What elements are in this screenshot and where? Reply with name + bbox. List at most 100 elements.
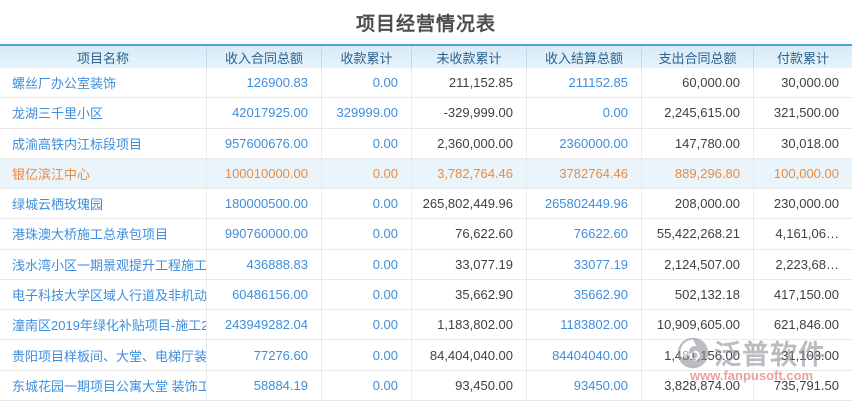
project-name-link[interactable]: 贵阳项目样板间、大堂、电梯厅装 [12, 346, 207, 365]
value-cell: 93450.00 [527, 371, 642, 400]
table-row[interactable]: 龙湖三千里小区 42017925.00329999.00-329,999.000.… [0, 98, 852, 128]
project-operation-report-page: 项目经营情况表 项目名称收入合同总额收款累计未收款累计收入结算总额支出合同总额付… [0, 0, 852, 401]
project-name-cell: 东城花园一期项目公寓大堂 装饰工 [0, 371, 207, 400]
value-cell: 100,000.00 [754, 159, 852, 188]
value-cell: 621,846.00 [754, 310, 852, 339]
value-cell: 211152.85 [527, 68, 642, 97]
value-cell: 31,103.00 [754, 340, 852, 369]
project-name-link[interactable]: 电子科技大学区域人行道及非机动 [12, 285, 207, 304]
table-row[interactable]: 东城花园一期项目公寓大堂 装饰工58884.190.0093,450.00934… [0, 371, 852, 401]
value-cell: 990760000.00 [207, 219, 322, 248]
project-name-cell: 浅水湾小区一期景观提升工程施工 [0, 250, 207, 279]
value-cell: 0.00 [527, 98, 642, 127]
value-cell: 2,245,615.00 [642, 98, 754, 127]
table-row[interactable]: 潼南区2019年绿化补贴项目-施工2243949282.040.001,183,… [0, 310, 852, 340]
project-name-cell: 绿城云栖玫瑰园 [0, 189, 207, 218]
value-cell: 329999.00 [322, 98, 412, 127]
value-cell: 265802449.96 [527, 189, 642, 218]
project-name-link[interactable]: 港珠澳大桥施工总承包项目 [12, 224, 168, 243]
header-cell-5: 支出合同总额 [642, 46, 754, 68]
table-header-row: 项目名称收入合同总额收款累计未收款累计收入结算总额支出合同总额付款累计 [0, 44, 852, 68]
value-cell: 2,360,000.00 [412, 129, 527, 158]
value-cell: 100010000.00 [207, 159, 322, 188]
project-name-link[interactable]: 龙湖三千里小区 [12, 103, 103, 122]
project-name-link[interactable]: 成渝高铁内江标段项目 [12, 134, 142, 153]
project-name-link[interactable]: 银亿滨江中心 [12, 164, 90, 183]
value-cell: 4,161,06… [754, 219, 852, 248]
value-cell: 417,150.00 [754, 280, 852, 309]
value-cell: 42017925.00 [207, 98, 322, 127]
project-name-link[interactable]: 螺丝厂办公室装饰 [12, 73, 116, 92]
value-cell: 211,152.85 [412, 68, 527, 97]
value-cell: 502,132.18 [642, 280, 754, 309]
project-name-link[interactable]: 潼南区2019年绿化补贴项目-施工2 [12, 315, 207, 334]
header-cell-2: 收款累计 [322, 46, 412, 68]
value-cell: 0.00 [322, 371, 412, 400]
value-cell: 265,802,449.96 [412, 189, 527, 218]
project-name-cell: 贵阳项目样板间、大堂、电梯厅装 [0, 340, 207, 369]
project-name-cell: 螺丝厂办公室装饰 [0, 68, 207, 97]
header-cell-6: 付款累计 [754, 46, 852, 68]
value-cell: 76622.60 [527, 219, 642, 248]
value-cell: 60486156.00 [207, 280, 322, 309]
value-cell: 321,500.00 [754, 98, 852, 127]
value-cell: 58884.19 [207, 371, 322, 400]
header-cell-1: 收入合同总额 [207, 46, 322, 68]
value-cell: 2360000.00 [527, 129, 642, 158]
value-cell: 77276.60 [207, 340, 322, 369]
value-cell: 0.00 [322, 189, 412, 218]
value-cell: 126900.83 [207, 68, 322, 97]
page-title: 项目经营情况表 [356, 9, 496, 36]
value-cell: 735,791.50 [754, 371, 852, 400]
value-cell: 208,000.00 [642, 189, 754, 218]
table-row[interactable]: 银亿滨江中心100010000.000.003,782,764.46378276… [0, 159, 852, 189]
value-cell: 0.00 [322, 129, 412, 158]
project-name-link[interactable]: 浅水湾小区一期景观提升工程施工 [12, 255, 207, 274]
table-row[interactable]: 成渝高铁内江标段项目 957600676.000.002,360,000.0023… [0, 129, 852, 159]
value-cell: 3782764.46 [527, 159, 642, 188]
value-cell: 2,124,507.00 [642, 250, 754, 279]
value-cell: 30,018.00 [754, 129, 852, 158]
value-cell: 0.00 [322, 310, 412, 339]
table-row[interactable]: 浅水湾小区一期景观提升工程施工436888.830.0033,077.19330… [0, 250, 852, 280]
project-name-link[interactable]: 东城花园一期项目公寓大堂 装饰工 [12, 376, 207, 395]
value-cell: 889,296.80 [642, 159, 754, 188]
value-cell: 1,183,802.00 [412, 310, 527, 339]
value-cell: 0.00 [322, 280, 412, 309]
project-name-cell: 港珠澳大桥施工总承包项目 [0, 219, 207, 248]
table-row[interactable]: 绿城云栖玫瑰园 180000500.000.00265,802,449.96265… [0, 189, 852, 219]
value-cell: 84,404,040.00 [412, 340, 527, 369]
value-cell: 2,223,68… [754, 250, 852, 279]
value-cell: 93,450.00 [412, 371, 527, 400]
value-cell: 60,000.00 [642, 68, 754, 97]
value-cell: 0.00 [322, 68, 412, 97]
project-name-cell: 成渝高铁内江标段项目 [0, 129, 207, 158]
table-row[interactable]: 贵阳项目样板间、大堂、电梯厅装77276.600.0084,404,040.00… [0, 340, 852, 370]
value-cell: 180000500.00 [207, 189, 322, 218]
project-name-cell: 电子科技大学区域人行道及非机动 [0, 280, 207, 309]
project-name-cell: 银亿滨江中心 [0, 159, 207, 188]
table-row[interactable]: 电子科技大学区域人行道及非机动60486156.000.0035,662.903… [0, 280, 852, 310]
value-cell: 1,481,156.00 [642, 340, 754, 369]
value-cell: 230,000.00 [754, 189, 852, 218]
value-cell: 1183802.00 [527, 310, 642, 339]
value-cell: 0.00 [322, 219, 412, 248]
project-name-cell: 龙湖三千里小区 [0, 98, 207, 127]
value-cell: -329,999.00 [412, 98, 527, 127]
value-cell: 243949282.04 [207, 310, 322, 339]
value-cell: 84404040.00 [527, 340, 642, 369]
table-row[interactable]: 港珠澳大桥施工总承包项目990760000.000.0076,622.60766… [0, 219, 852, 249]
value-cell: 10,909,605.00 [642, 310, 754, 339]
value-cell: 436888.83 [207, 250, 322, 279]
value-cell: 3,828,874.00 [642, 371, 754, 400]
value-cell: 957600676.00 [207, 129, 322, 158]
table-row[interactable]: 螺丝厂办公室装饰 126900.830.00211,152.85211152.85… [0, 68, 852, 98]
value-cell: 0.00 [322, 250, 412, 279]
project-name-link[interactable]: 绿城云栖玫瑰园 [12, 194, 103, 213]
table-body: 螺丝厂办公室装饰126900.830.00211,152.85211152.85… [0, 68, 852, 401]
header-cell-3: 未收款累计 [412, 46, 527, 68]
value-cell: 0.00 [322, 340, 412, 369]
value-cell: 0.00 [322, 159, 412, 188]
value-cell: 30,000.00 [754, 68, 852, 97]
value-cell: 35,662.90 [412, 280, 527, 309]
